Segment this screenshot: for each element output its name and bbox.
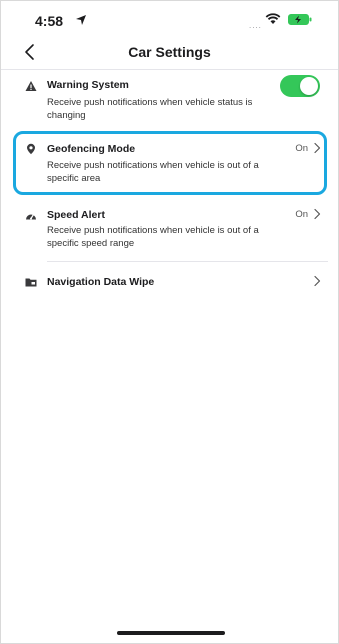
chevron-right-icon (314, 275, 321, 287)
setting-title: Geofencing Mode (47, 143, 136, 155)
setting-title: Speed Alert (47, 209, 105, 221)
car-settings-screen: 4:58 .... Car Settings Warning System Re… (0, 0, 339, 644)
setting-title: Navigation Data Wipe (47, 276, 155, 288)
setting-description: Receive push notifications when vehicle … (47, 160, 259, 184)
chevron-right-icon (314, 208, 321, 220)
battery-charging-icon (288, 14, 312, 25)
location-pin-icon (27, 143, 35, 155)
location-arrow-icon (76, 15, 86, 25)
nav-bar: Car Settings (1, 35, 338, 69)
setting-row-warning-system: Warning System Receive push notification… (13, 71, 328, 129)
page-title: Car Settings (128, 44, 211, 60)
signal-dots: .... (249, 21, 262, 30)
home-indicator[interactable] (117, 631, 225, 635)
setting-row-navigation-data-wipe[interactable]: Navigation Data Wipe (13, 264, 328, 300)
nav-divider (1, 69, 338, 70)
warning-system-toggle[interactable] (280, 75, 320, 97)
setting-description: Receive push notifications when vehicle … (47, 225, 259, 249)
setting-title: Warning System (47, 79, 129, 91)
setting-value: On (295, 209, 308, 220)
status-bar: 4:58 .... (1, 1, 338, 35)
folder-icon (25, 278, 37, 287)
setting-value: On (295, 143, 308, 154)
setting-description: Receive push notifications when vehicle … (47, 97, 253, 121)
setting-row-geofencing-mode[interactable]: Geofencing Mode Receive push notificatio… (13, 137, 328, 191)
warning-triangle-icon (25, 81, 37, 91)
setting-row-speed-alert[interactable]: Speed Alert Receive push notifications w… (13, 199, 328, 262)
wifi-icon (265, 13, 281, 24)
row-divider (47, 261, 328, 262)
status-time: 4:58 (35, 13, 64, 29)
speedometer-icon (26, 213, 36, 220)
toggle-knob (300, 77, 318, 95)
chevron-right-icon (314, 142, 321, 154)
